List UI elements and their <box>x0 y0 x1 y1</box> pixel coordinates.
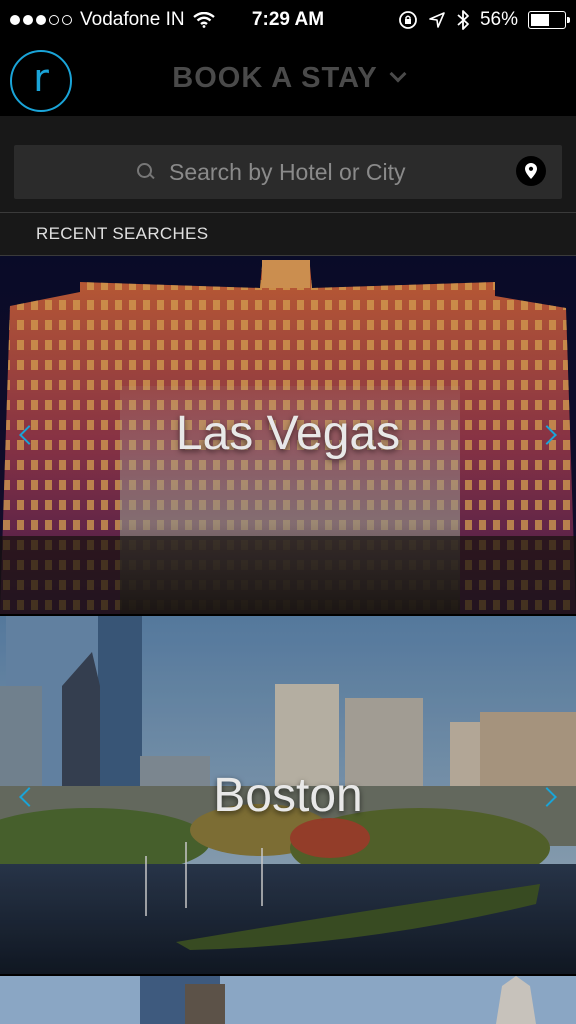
location-pin-icon <box>525 163 537 179</box>
city-name: Las Vegas <box>175 407 401 460</box>
recent-searches-header: RECENT SEARCHES <box>0 212 576 256</box>
rotation-lock-icon <box>399 11 417 29</box>
signal-strength-icon <box>10 15 72 25</box>
search-icon <box>137 163 155 181</box>
battery-percent: 56% <box>479 9 518 30</box>
status-right: 56% <box>398 9 570 31</box>
battery-icon <box>528 11 570 29</box>
city-card-boston[interactable]: Boston <box>0 616 576 974</box>
search-box[interactable] <box>14 145 562 199</box>
app-header: r BOOK A STAY <box>0 40 576 116</box>
status-left: Vodafone IN <box>10 9 215 31</box>
book-a-stay-dropdown[interactable]: BOOK A STAY <box>172 61 407 95</box>
city-card-next[interactable] <box>0 976 576 1024</box>
next-city-image <box>0 976 576 1024</box>
location-services-icon <box>429 12 445 28</box>
status-bar: Vodafone IN 7:29 AM 56% <box>0 0 576 40</box>
battery-level <box>531 14 549 26</box>
chevron-down-icon <box>389 65 407 83</box>
page-title: BOOK A STAY <box>172 61 378 94</box>
search-area <box>0 116 576 212</box>
wifi-icon <box>192 12 215 28</box>
location-button[interactable] <box>516 156 546 186</box>
carrier-name: Vodafone IN <box>80 9 185 30</box>
app-logo[interactable]: r <box>10 50 72 112</box>
recent-searches-label: RECENT SEARCHES <box>36 224 209 243</box>
city-card-las-vegas[interactable]: Las Vegas <box>0 256 576 614</box>
search-input[interactable] <box>169 158 439 186</box>
city-name: Boston <box>213 769 363 822</box>
bluetooth-icon <box>457 10 469 30</box>
